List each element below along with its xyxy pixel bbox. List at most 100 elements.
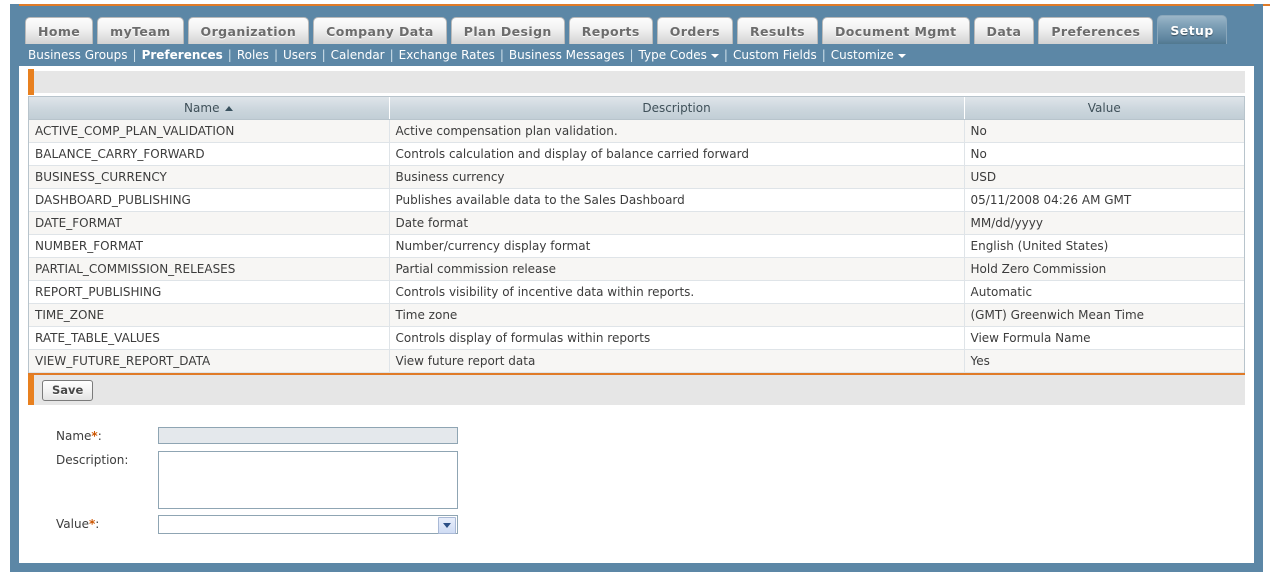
cell-description: Controls calculation and display of bala… [389, 142, 965, 166]
cell-description: Active compensation plan validation. [389, 119, 965, 143]
name-input[interactable] [158, 427, 458, 444]
content-panel: Name Description Value ACTIVE_COMP_PLAN_… [19, 66, 1254, 563]
tab-myteam[interactable]: myTeam [97, 17, 184, 44]
table-row[interactable]: BUSINESS_CURRENCY Business currency USD [29, 165, 1244, 189]
cell-name: NUMBER_FORMAT [29, 234, 390, 258]
table-row[interactable]: VIEW_FUTURE_REPORT_DATA View future repor… [29, 349, 1244, 373]
tab-plan-design[interactable]: Plan Design [450, 17, 565, 44]
cell-description: Business currency [389, 165, 965, 189]
subnav-item-preferences[interactable]: Preferences [142, 48, 223, 62]
subnav-separator: | [499, 48, 504, 62]
form-row-description: Description: [28, 451, 1245, 509]
sub-navigation-bar: Business Groups | Preferences | Roles | Users |… [19, 44, 1254, 66]
cell-description: Partial commission release [389, 257, 965, 281]
table-row[interactable]: PARTIAL_COMMISSION_RELEASES Partial commi… [29, 257, 1244, 281]
tab-home[interactable]: Home [25, 17, 94, 44]
value-select-wrapper [158, 515, 458, 534]
table-row[interactable]: TIME_ZONE Time zone (GMT) Greenwich Mean T… [29, 303, 1244, 327]
preferences-table: Name Description Value ACTIVE_COMP_PLAN_… [29, 97, 1244, 373]
cell-value: 05/11/2008 04:26 AM GMT [964, 188, 1244, 212]
subnav-item-roles[interactable]: Roles [237, 48, 269, 62]
main-tab-list: Home myTeam Organization Company Data Plan D… [19, 14, 1227, 44]
cell-value: View Formula Name [964, 326, 1244, 350]
subnav-item-type-codes[interactable]: Type Codes [639, 48, 719, 62]
table-row[interactable]: ACTIVE_COMP_PLAN_VALIDATION Active compen… [29, 119, 1244, 143]
subnav-item-label: Customize [830, 48, 894, 62]
tab-setup[interactable]: Setup [1157, 15, 1227, 44]
cell-description: Controls visibility of incentive data wi… [389, 280, 965, 304]
subnav-item-business-groups[interactable]: Business Groups [28, 48, 128, 62]
cell-value: No [964, 142, 1244, 166]
window-right-rail [1254, 4, 1263, 572]
cell-value: USD [964, 165, 1244, 189]
subnav-item-label: Business Groups [28, 48, 128, 62]
subnav-item-custom-fields[interactable]: Custom Fields [733, 48, 817, 62]
subnav-separator: | [389, 48, 394, 62]
save-button[interactable]: Save [42, 379, 94, 401]
column-header-description[interactable]: Description [389, 97, 965, 120]
column-header-name[interactable]: Name [29, 97, 390, 120]
subnav-item-users[interactable]: Users [283, 48, 317, 62]
table-row[interactable]: DATE_FORMAT Date format MM/dd/yyyy [29, 211, 1244, 235]
column-header-value-label: Value [1087, 101, 1121, 115]
form-toolbar: Save [28, 375, 1245, 405]
table-toolbar [28, 69, 1245, 95]
application-window: Home myTeam Organization Company Data Plan D… [0, 0, 1270, 572]
preferences-table-container: Name Description Value ACTIVE_COMP_PLAN_… [28, 96, 1245, 373]
cell-name: BUSINESS_CURRENCY [29, 165, 390, 189]
description-label-text: Description [56, 453, 125, 467]
cell-name: DATE_FORMAT [29, 211, 390, 235]
cell-name: ACTIVE_COMP_PLAN_VALIDATION [29, 119, 390, 143]
column-header-name-label: Name [184, 101, 220, 115]
tab-data[interactable]: Data [973, 17, 1035, 44]
subnav-separator: | [273, 48, 278, 62]
table-row[interactable]: REPORT_PUBLISHING Controls visibility of … [29, 280, 1244, 304]
subnav-item-calendar[interactable]: Calendar [331, 48, 385, 62]
tab-reports[interactable]: Reports [568, 17, 653, 44]
preferences-table-body: ACTIVE_COMP_PLAN_VALIDATION Active compen… [29, 119, 1244, 373]
subnav-separator: | [821, 48, 826, 62]
tab-results[interactable]: Results [737, 17, 818, 44]
cell-name: DASHBOARD_PUBLISHING [29, 188, 390, 212]
value-select[interactable] [158, 515, 458, 534]
window-left-rail [10, 4, 19, 572]
column-header-value[interactable]: Value [964, 97, 1244, 120]
subnav-item-label: Business Messages [508, 48, 625, 62]
chevron-down-icon [710, 53, 719, 58]
subnav-separator: | [321, 48, 326, 62]
description-label-colon: : [124, 453, 129, 467]
sort-ascending-icon [225, 106, 234, 111]
subnav-item-label: Custom Fields [732, 48, 817, 62]
tab-orders[interactable]: Orders [656, 17, 733, 44]
main-tab-strip: Home myTeam Organization Company Data Plan D… [19, 6, 1254, 44]
cell-description: Publishes available data to the Sales Da… [389, 188, 965, 212]
cell-value: Yes [964, 349, 1244, 373]
tab-document-mgmt[interactable]: Document Mgmt [821, 17, 970, 44]
table-row[interactable]: NUMBER_FORMAT Number/currency display for… [29, 234, 1244, 258]
subnav-item-business-messages[interactable]: Business Messages [509, 48, 625, 62]
table-row[interactable]: BALANCE_CARRY_FORWARD Controls calculatio… [29, 142, 1244, 166]
form-row-name: Name*: [28, 427, 1245, 445]
subnav-item-label: Exchange Rates [398, 48, 495, 62]
subnav-item-label: Users [282, 48, 317, 62]
cell-value: English (United States) [964, 234, 1244, 258]
subnav-item-exchange-rates[interactable]: Exchange Rates [399, 48, 495, 62]
subnav-separator: | [629, 48, 634, 62]
subnav-item-customize[interactable]: Customize [831, 48, 906, 62]
description-textarea[interactable] [158, 451, 458, 509]
column-header-description-label: Description [642, 101, 711, 115]
cell-description: Number/currency display format [389, 234, 965, 258]
tab-organization[interactable]: Organization [187, 17, 310, 44]
table-row[interactable]: RATE_TABLE_VALUES Controls display of for… [29, 326, 1244, 350]
tab-company-data[interactable]: Company Data [313, 17, 447, 44]
description-field-label: Description: [28, 451, 158, 469]
cell-name: REPORT_PUBLISHING [29, 280, 390, 304]
tab-preferences[interactable]: Preferences [1038, 17, 1154, 44]
form-toolbar-accent-marker [28, 375, 34, 405]
subnav-item-label: Type Codes [638, 48, 707, 62]
table-row[interactable]: DASHBOARD_PUBLISHING Publishes available … [29, 188, 1244, 212]
value-field-label: Value*: [28, 515, 158, 533]
cell-description: Controls display of formulas within repo… [389, 326, 965, 350]
value-label-colon: : [95, 517, 100, 531]
subnav-item-label: Calendar [330, 48, 385, 62]
